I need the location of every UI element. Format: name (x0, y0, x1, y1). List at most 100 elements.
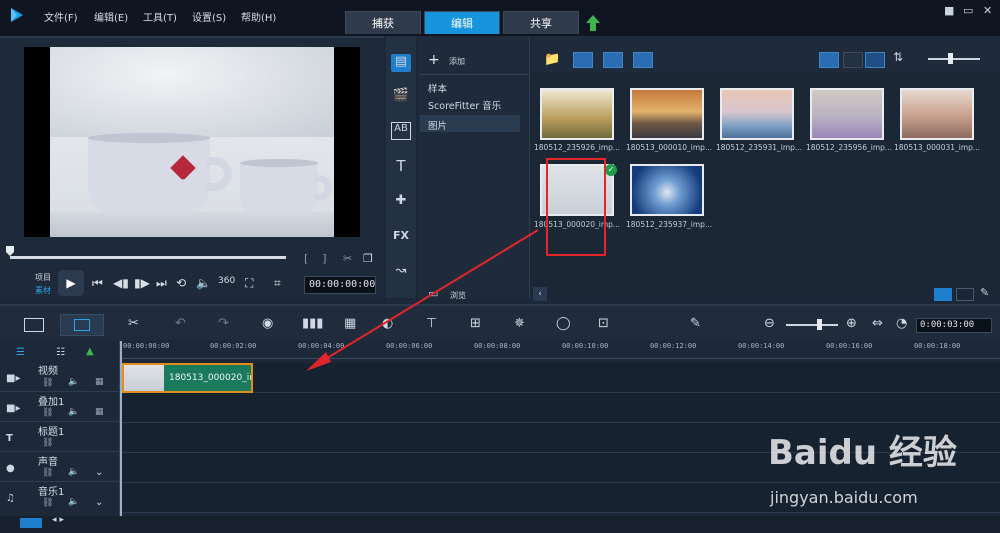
repeat-icon[interactable]: ⟲ (176, 276, 186, 290)
link-icon[interactable]: ⛓ (42, 408, 53, 418)
thumb-size-slider-handle[interactable] (948, 53, 953, 64)
thumbnail-label: 180512_235931_imp... (716, 143, 803, 152)
add-marker-icon[interactable]: ▲ (86, 346, 94, 357)
link-icon[interactable]: ⛓ (42, 438, 53, 448)
hd-icon[interactable]: 360 (218, 276, 235, 286)
zoom-slider-handle[interactable] (817, 319, 822, 330)
go-end-icon[interactable]: ⏭ (156, 276, 167, 291)
fit-icon[interactable]: ⇔ (872, 316, 883, 331)
preview-image (50, 47, 334, 237)
thumbnail-image[interactable] (810, 88, 884, 140)
ripple-icon[interactable]: ▦ (95, 407, 104, 417)
tab-edit[interactable]: 编辑 (424, 11, 500, 34)
baidu-watermark-url: jingyan.baidu.com (770, 488, 918, 507)
link-icon[interactable]: ⛓ (42, 378, 53, 388)
ripple-icon[interactable]: ▦ (95, 377, 104, 387)
project-label[interactable]: 项目 (35, 272, 51, 283)
restore-button[interactable]: ▭ (963, 4, 973, 17)
thumbnail-image[interactable] (720, 88, 794, 140)
chapter-icon[interactable]: ☷ (56, 347, 65, 358)
menu-settings[interactable]: 设置(S) (192, 9, 226, 24)
view-thumb-button[interactable] (865, 52, 885, 68)
minimize-button[interactable]: ■ (944, 4, 954, 17)
sort-icon[interactable]: ⇅ (893, 50, 903, 64)
expand-icon[interactable]: ⌄ (95, 467, 103, 478)
library-item-samples[interactable]: 样本 (428, 81, 447, 95)
thumbnail-label: 180512_235937_imp... (626, 220, 713, 229)
menu-help[interactable]: 帮助(H) (241, 9, 276, 24)
graphics-icon[interactable]: ✚ (391, 193, 411, 211)
transition-icon[interactable]: AB (391, 122, 411, 140)
clip-thumbnail (124, 365, 164, 391)
panel-view-button[interactable] (934, 288, 952, 301)
add-label[interactable]: 添加 (449, 56, 465, 67)
aspect-icon[interactable]: ⛶ (245, 276, 253, 291)
auto-music-icon[interactable]: ✎ (690, 316, 701, 331)
thumb-size-slider[interactable] (928, 58, 980, 60)
track-manager-icon[interactable]: ☰ (16, 347, 25, 358)
add-icon[interactable]: + (428, 52, 440, 68)
zoom-out-icon[interactable]: ⊖ (764, 316, 775, 331)
ruler-label: 00:00:12:00 (650, 342, 697, 350)
track-overlay[interactable] (120, 393, 1000, 423)
media-library-icon[interactable]: ▤ (391, 54, 411, 72)
zoom-in-icon[interactable]: ⊕ (846, 316, 857, 331)
menu-file[interactable]: 文件(F) (44, 9, 78, 24)
thumbnail-image[interactable] (900, 88, 974, 140)
library-item-images[interactable]: 图片 (428, 118, 447, 132)
redo-icon[interactable]: ↷ (218, 316, 229, 331)
thumbnail-image[interactable] (630, 164, 704, 216)
filter-photo-button[interactable] (603, 52, 623, 68)
options-icon[interactable]: ✎ (980, 286, 989, 299)
scrubber-bar[interactable] (10, 256, 286, 259)
link-icon[interactable]: ⛓ (42, 468, 53, 478)
link-icon[interactable]: ⛓ (42, 498, 53, 508)
instant-project-icon[interactable]: 🎬 (391, 88, 411, 106)
timeline-timecode[interactable]: 0:00:03:00 (916, 318, 992, 333)
thumbnail-image[interactable] (630, 88, 704, 140)
mute-icon[interactable]: 🔈 (68, 377, 79, 387)
zoom-slider[interactable] (786, 324, 838, 326)
clock-icon: ◔ (896, 316, 908, 331)
undo-icon[interactable]: ↶ (175, 316, 186, 331)
clip-mode-label[interactable]: 素材 (35, 285, 51, 296)
ruler-label: 00:00:14:00 (738, 342, 785, 350)
tools-icon[interactable]: ✂ (128, 316, 139, 331)
crop-icon[interactable]: ⌗ (274, 276, 281, 291)
playhead[interactable] (120, 341, 122, 516)
play-button[interactable]: ▶ (58, 270, 84, 296)
filter-video-button[interactable] (573, 52, 593, 68)
track-height-button[interactable] (20, 518, 42, 528)
storyboard-view-icon[interactable] (24, 318, 44, 332)
next-frame-icon[interactable]: ▮▶ (134, 276, 150, 290)
thumbnail-label: 180512_235956_imp... (806, 143, 893, 152)
track-name-music: 音乐1 (38, 487, 65, 498)
menu-tools[interactable]: 工具(T) (143, 9, 177, 24)
scroll-arrows-icon[interactable]: ◂ ▸ (52, 515, 64, 525)
snapshot-icon[interactable]: ⊡ (598, 316, 609, 331)
menu-edit[interactable]: 编辑(E) (94, 9, 128, 24)
import-folder-icon[interactable]: 📁 (544, 52, 560, 67)
mute-icon[interactable]: 🔈 (68, 407, 79, 417)
panel-view-button[interactable] (956, 288, 974, 301)
highlight-box (546, 158, 606, 256)
tab-share[interactable]: 共享 (503, 11, 579, 34)
tab-capture[interactable]: 捕获 (345, 11, 421, 34)
record-icon[interactable]: ◉ (262, 316, 273, 331)
view-large-button[interactable] (819, 52, 839, 68)
thumbnail-image[interactable] (540, 88, 614, 140)
upload-arrow-icon[interactable] (585, 14, 601, 32)
view-list-button[interactable] (843, 52, 863, 68)
mute-icon[interactable]: 🔈 (68, 467, 79, 477)
volume-icon[interactable]: 🔈 (196, 276, 211, 290)
repeat-icon[interactable]: ◯ (556, 316, 571, 331)
prev-frame-icon[interactable]: ◀▮ (113, 276, 129, 290)
mute-icon[interactable]: 🔈 (68, 497, 79, 507)
expand-icon[interactable]: ⌄ (95, 497, 103, 508)
track-name-title: 标题1 (38, 427, 65, 438)
close-button[interactable]: ✕ (983, 4, 992, 17)
title-icon[interactable]: T (391, 157, 411, 175)
library-item-scorefitter[interactable]: ScoreFitter 音乐 (428, 98, 501, 112)
filter-audio-button[interactable] (633, 52, 653, 68)
go-start-icon[interactable]: ⏮ (92, 276, 103, 291)
